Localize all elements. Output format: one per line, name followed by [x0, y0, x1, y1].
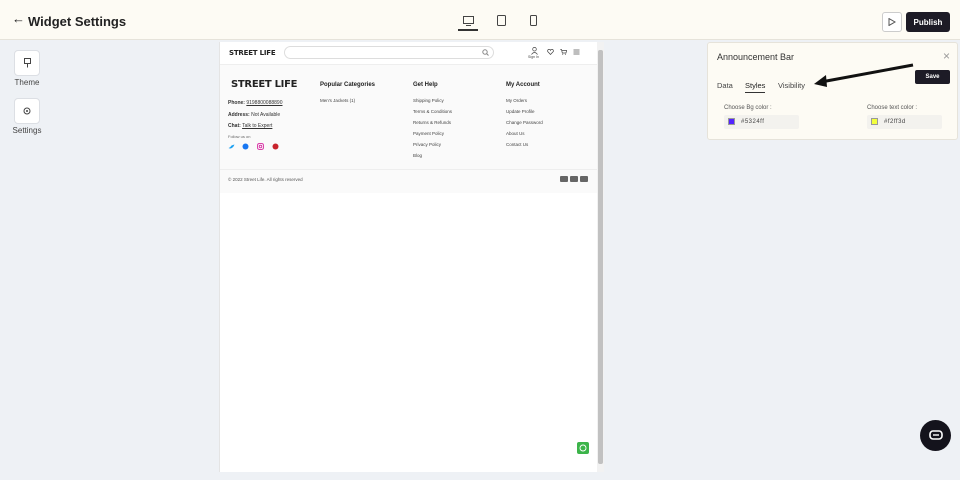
tablet-icon[interactable]: [492, 12, 510, 28]
twitter-icon[interactable]: [228, 143, 235, 150]
site-search-input[interactable]: [284, 46, 494, 59]
footer-link[interactable]: My Orders: [506, 98, 527, 103]
settings-label: Settings: [12, 126, 42, 135]
footer-link[interactable]: Payment Policy: [413, 131, 444, 136]
text-color-picker[interactable]: #f2ff3d: [867, 115, 942, 129]
user-icon[interactable]: [531, 47, 538, 55]
footer-link[interactable]: Men's Jackets (1): [320, 98, 355, 103]
pinterest-icon[interactable]: [272, 143, 279, 150]
menu-icon[interactable]: [573, 49, 580, 55]
follow-label: Follow us on: [228, 134, 251, 139]
footer-link[interactable]: Privacy Policy: [413, 142, 441, 147]
panel-title: Announcement Bar: [717, 52, 795, 62]
payment-card-icon: [570, 176, 578, 182]
scrollbar-thumb[interactable]: [598, 50, 603, 464]
payment-card-icon: [560, 176, 568, 182]
support-chat-button[interactable]: [920, 420, 951, 451]
mobile-icon[interactable]: [524, 12, 542, 28]
cart-icon[interactable]: [560, 49, 567, 55]
bg-color-label: Choose Bg color :: [724, 105, 772, 111]
footer-link[interactable]: Blog: [413, 153, 422, 158]
theme-label: Theme: [14, 78, 40, 87]
bg-color-value[interactable]: #5324ff: [741, 119, 764, 125]
footer-divider: [220, 169, 598, 170]
close-icon[interactable]: ×: [943, 49, 950, 63]
announcement-bar-panel: Announcement Bar × Save Data Styles Visi…: [707, 42, 958, 140]
col-account-heading: My Account: [506, 82, 540, 88]
chat-icon: [928, 429, 943, 440]
footer-link[interactable]: Terms & Conditions: [413, 109, 452, 114]
col-popular-heading: Popular Categories: [320, 82, 376, 88]
whatsapp-icon: [579, 444, 587, 452]
footer-link[interactable]: Contact Us: [506, 142, 528, 147]
text-color-label: Choose text color :: [867, 105, 918, 111]
footer-link[interactable]: About Us: [506, 131, 525, 136]
footer-link[interactable]: Update Profile: [506, 109, 535, 114]
page-title: Widget Settings: [28, 14, 127, 29]
tab-visibility[interactable]: Visibility: [778, 81, 805, 90]
whatsapp-button[interactable]: [577, 442, 589, 454]
play-icon: [888, 18, 896, 26]
copyright-text: © 2022 Street Life. All rights reserved: [228, 177, 303, 182]
gear-icon: [23, 107, 31, 115]
bg-color-swatch[interactable]: [728, 118, 735, 125]
site-preview-frame[interactable]: STREET LIFE Sign In STREET LIFE Phone: 9…: [219, 42, 604, 472]
save-button[interactable]: Save: [915, 70, 950, 84]
theme-button[interactable]: [14, 50, 40, 76]
instagram-icon[interactable]: [257, 143, 264, 150]
wishlist-heart-icon[interactable]: [547, 49, 554, 55]
footer-link[interactable]: Shipping Policy: [413, 98, 444, 103]
preview-play-button[interactable]: [882, 12, 902, 32]
tab-data[interactable]: Data: [717, 81, 733, 90]
preview-scrollbar[interactable]: [597, 42, 604, 472]
payment-card-icon: [580, 176, 588, 182]
search-icon: [482, 49, 489, 56]
address-label: Address:: [228, 112, 250, 118]
tab-styles[interactable]: Styles: [745, 81, 766, 93]
site-logo[interactable]: STREET LIFE: [229, 49, 276, 57]
settings-button[interactable]: [14, 98, 40, 124]
address-value: Not Available: [251, 112, 281, 118]
footer-phone: Phone: 9198800088890: [228, 100, 283, 106]
chat-link[interactable]: Talk to Expert: [242, 123, 272, 129]
brush-icon: [23, 58, 31, 68]
footer-address: Address: Not Available: [228, 112, 280, 118]
sign-in-link[interactable]: Sign In: [528, 55, 539, 59]
footer-link[interactable]: Change Password: [506, 120, 543, 125]
phone-label: Phone:: [228, 100, 245, 106]
text-color-value[interactable]: #f2ff3d: [884, 119, 906, 125]
top-bar: ← Widget Settings Publish: [0, 0, 960, 40]
phone-link[interactable]: 9198800088890: [246, 100, 282, 106]
footer-chat: Chat: Talk to Expert: [228, 123, 272, 129]
bg-color-picker[interactable]: #5324ff: [724, 115, 799, 129]
text-color-swatch[interactable]: [871, 118, 878, 125]
desktop-icon[interactable]: [458, 12, 478, 31]
publish-button[interactable]: Publish: [906, 12, 950, 32]
site-footer: STREET LIFE Phone: 9198800088890 Address…: [220, 65, 598, 193]
site-header: STREET LIFE Sign In: [220, 42, 598, 65]
back-arrow-icon[interactable]: ←: [12, 11, 25, 26]
col-help-heading: Get Help: [413, 82, 438, 88]
facebook-icon[interactable]: [242, 143, 249, 150]
chat-label: Chat:: [228, 123, 241, 129]
device-switcher: [458, 12, 542, 31]
pointer-arrow-annotation: [814, 63, 914, 87]
footer-logo: STREET LIFE: [231, 79, 298, 90]
footer-link[interactable]: Returns & Refunds: [413, 120, 451, 125]
